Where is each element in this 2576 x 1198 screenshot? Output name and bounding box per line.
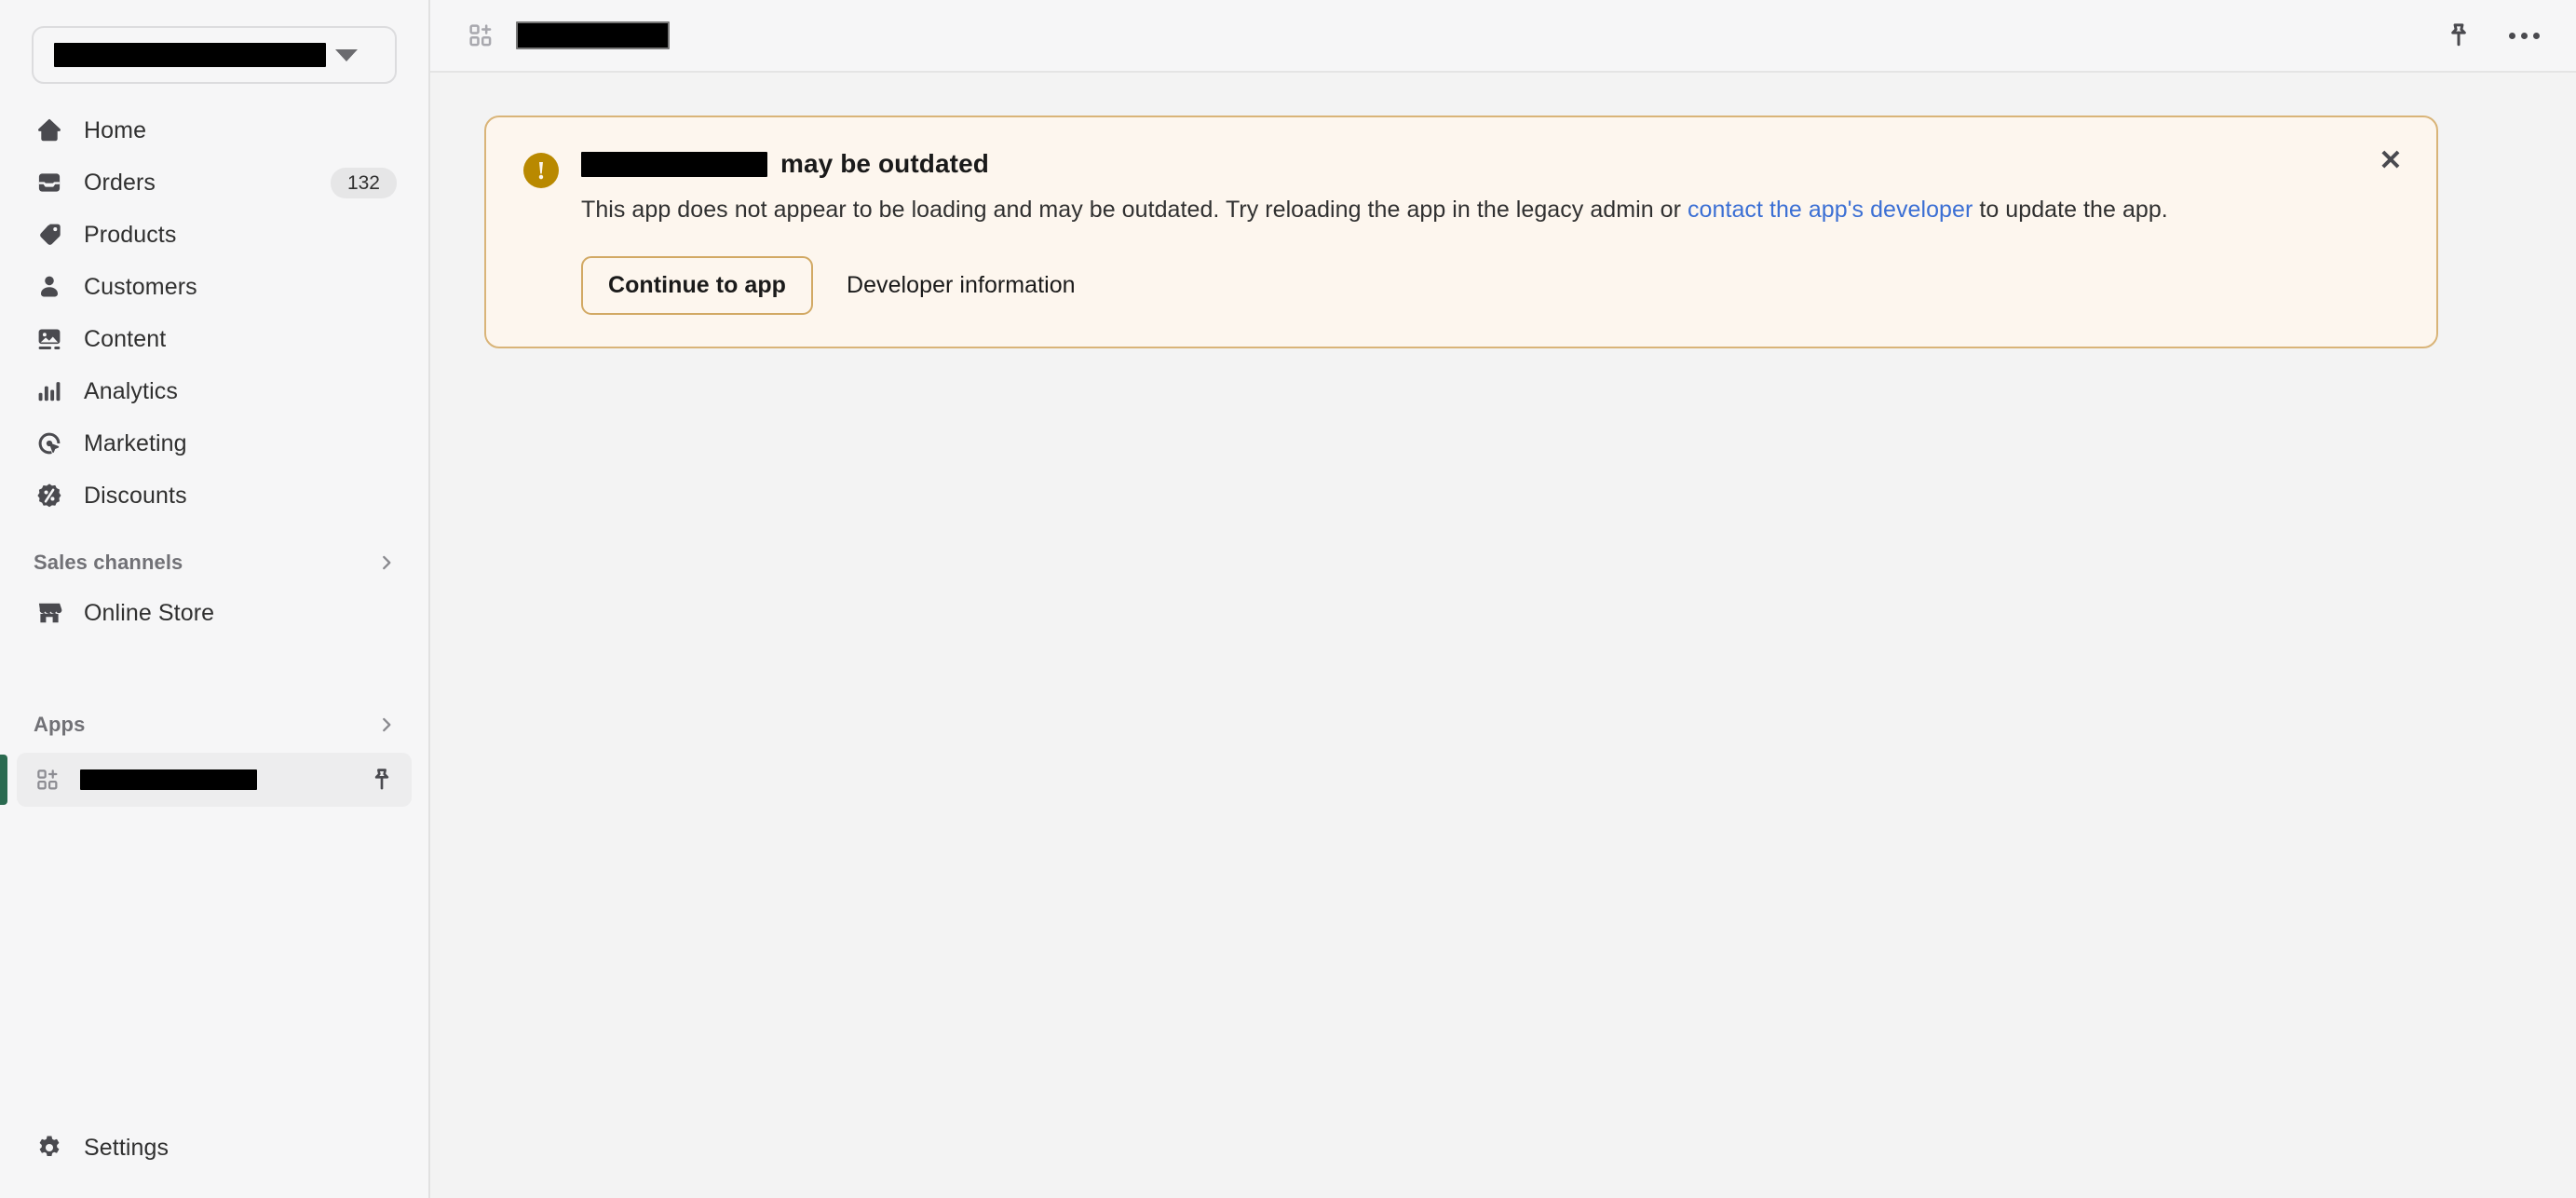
warning-exclamation-icon: ! xyxy=(523,153,559,188)
primary-nav: Home Orders 132 Products Customers Conte… xyxy=(0,104,428,522)
sidebar-item-settings[interactable]: Settings xyxy=(17,1122,412,1174)
sales-channels-list: Online Store xyxy=(0,587,428,639)
outdated-app-banner: ! may be outdated This app does not appe… xyxy=(484,116,2438,348)
apps-grid-plus-icon xyxy=(466,20,495,50)
close-icon[interactable]: ✕ xyxy=(2371,142,2410,181)
sidebar-item-marketing[interactable]: Marketing xyxy=(17,417,412,470)
store-selector[interactable] xyxy=(32,26,397,84)
gear-icon xyxy=(34,1132,65,1164)
apps-grid-plus-icon xyxy=(34,766,61,794)
dot xyxy=(2508,32,2515,39)
topbar xyxy=(430,0,2576,73)
sidebar-item-label: Discounts xyxy=(84,482,187,509)
person-icon xyxy=(34,271,65,303)
sidebar-item-orders[interactable]: Orders 132 xyxy=(17,157,412,209)
topbar-title-redacted xyxy=(516,21,670,49)
sidebar-item-label: Products xyxy=(84,221,177,248)
banner-text-before-link: This app does not appear to be loading a… xyxy=(581,197,1688,223)
sidebar-group-sales-channels[interactable]: Sales channels xyxy=(17,538,412,587)
sidebar-item-content[interactable]: Content xyxy=(17,313,412,365)
content-image-icon xyxy=(34,323,65,355)
main-region: ! may be outdated This app does not appe… xyxy=(430,0,2576,1198)
banner-title: may be outdated xyxy=(780,149,989,178)
chevron-right-icon xyxy=(376,715,397,735)
sidebar-item-label: Marketing xyxy=(84,429,187,456)
sidebar-item-label: Orders xyxy=(84,169,156,196)
topbar-actions xyxy=(2438,15,2544,56)
discount-percent-icon xyxy=(34,480,65,511)
sidebar-item-label: Analytics xyxy=(84,377,178,404)
banner-body: may be outdated This app does not appear… xyxy=(581,149,2399,315)
dot xyxy=(2520,32,2528,39)
sidebar-settings-section: Settings xyxy=(0,1122,428,1198)
orders-count-badge: 132 xyxy=(330,167,397,198)
sidebar-group-label: Apps xyxy=(34,713,86,736)
selected-accent-bar xyxy=(0,755,7,805)
home-icon xyxy=(34,115,65,146)
orders-inbox-icon xyxy=(34,167,65,198)
banner-app-name-redacted xyxy=(581,151,767,177)
sidebar-item-pinned-app[interactable] xyxy=(0,753,412,807)
sidebar-item-discounts[interactable]: Discounts xyxy=(17,470,412,522)
ellipsis-horizontal-icon[interactable] xyxy=(2503,15,2544,56)
sidebar-item-label: Online Store xyxy=(84,599,215,626)
banner-title-row: may be outdated xyxy=(581,149,2343,179)
sidebar-item-online-store[interactable]: Online Store xyxy=(17,587,412,639)
marketing-target-icon xyxy=(34,428,65,459)
sidebar-item-label: Customers xyxy=(84,273,197,300)
sidebar-group-apps[interactable]: Apps xyxy=(17,701,412,749)
banner-actions: Continue to app Developer information xyxy=(581,256,2343,315)
sidebar-item-home[interactable]: Home xyxy=(17,104,412,157)
sidebar-item-label: Home xyxy=(84,116,147,143)
chevron-right-icon xyxy=(376,552,397,573)
sidebar: Home Orders 132 Products Customers Conte… xyxy=(0,0,430,1198)
pin-icon[interactable] xyxy=(367,765,397,795)
banner-description: This app does not appear to be loading a… xyxy=(581,194,2343,226)
app-shell: Home Orders 132 Products Customers Conte… xyxy=(0,0,2576,1198)
store-name-redacted xyxy=(54,43,326,67)
pin-icon[interactable] xyxy=(2438,15,2479,56)
sidebar-item-analytics[interactable]: Analytics xyxy=(17,365,412,417)
contact-developer-link[interactable]: contact the app's developer xyxy=(1688,197,1973,223)
storefront-icon xyxy=(34,597,65,629)
dot xyxy=(2532,32,2540,39)
sidebar-item-products[interactable]: Products xyxy=(17,209,412,261)
pinned-app-name-redacted xyxy=(80,769,257,790)
ellipsis-dots xyxy=(2508,32,2540,39)
sidebar-item-label: Content xyxy=(84,325,167,352)
developer-information-button[interactable]: Developer information xyxy=(826,258,1096,313)
continue-to-app-button[interactable]: Continue to app xyxy=(581,256,813,315)
chevron-down-icon xyxy=(335,48,358,61)
product-tag-icon xyxy=(34,219,65,251)
banner-text-after-link: to update the app. xyxy=(1973,197,2168,223)
sidebar-group-label: Sales channels xyxy=(34,551,183,574)
sidebar-item-label: Settings xyxy=(84,1134,169,1161)
bar-chart-icon xyxy=(34,375,65,407)
content-area: ! may be outdated This app does not appe… xyxy=(430,73,2576,1198)
sidebar-item-customers[interactable]: Customers xyxy=(17,261,412,313)
